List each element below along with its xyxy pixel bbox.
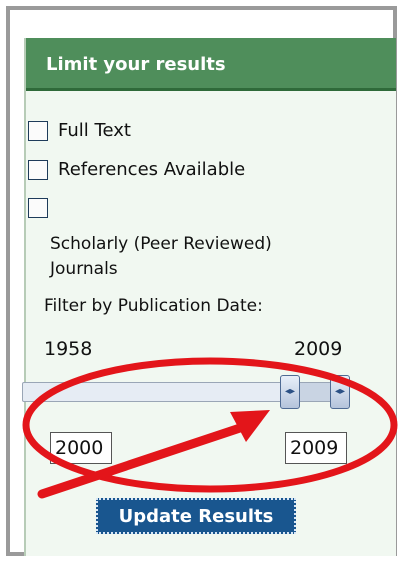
update-results-button[interactable]: Update Results: [96, 498, 296, 534]
date-max-label: 2009: [294, 338, 343, 360]
drag-arrows-icon: ◂▸: [284, 386, 296, 397]
full-text-option[interactable]: Full Text: [28, 120, 131, 141]
scholarly-option[interactable]: [28, 198, 58, 218]
drag-arrows-icon: ◂▸: [334, 386, 346, 397]
filter-by-date-label: Filter by Publication Date:: [44, 296, 263, 316]
scholarly-checkbox[interactable]: [28, 198, 48, 218]
slider-start-thumb[interactable]: ◂▸: [280, 375, 300, 409]
date-min-label: 1958: [44, 338, 93, 360]
references-available-option[interactable]: References Available: [28, 159, 245, 180]
from-year-input[interactable]: [50, 432, 112, 464]
references-available-label: References Available: [58, 159, 246, 180]
panel-title: Limit your results: [46, 54, 226, 75]
scholarly-label-line2: Journals: [50, 259, 118, 279]
slider-end-thumb[interactable]: ◂▸: [330, 375, 350, 409]
full-text-label: Full Text: [58, 120, 131, 141]
panel-header: Limit your results: [26, 38, 396, 91]
scholarly-label-line1: Scholarly (Peer Reviewed): [50, 234, 272, 254]
full-text-checkbox[interactable]: [28, 120, 48, 141]
references-available-checkbox[interactable]: [28, 159, 48, 180]
to-year-input[interactable]: [285, 432, 347, 464]
